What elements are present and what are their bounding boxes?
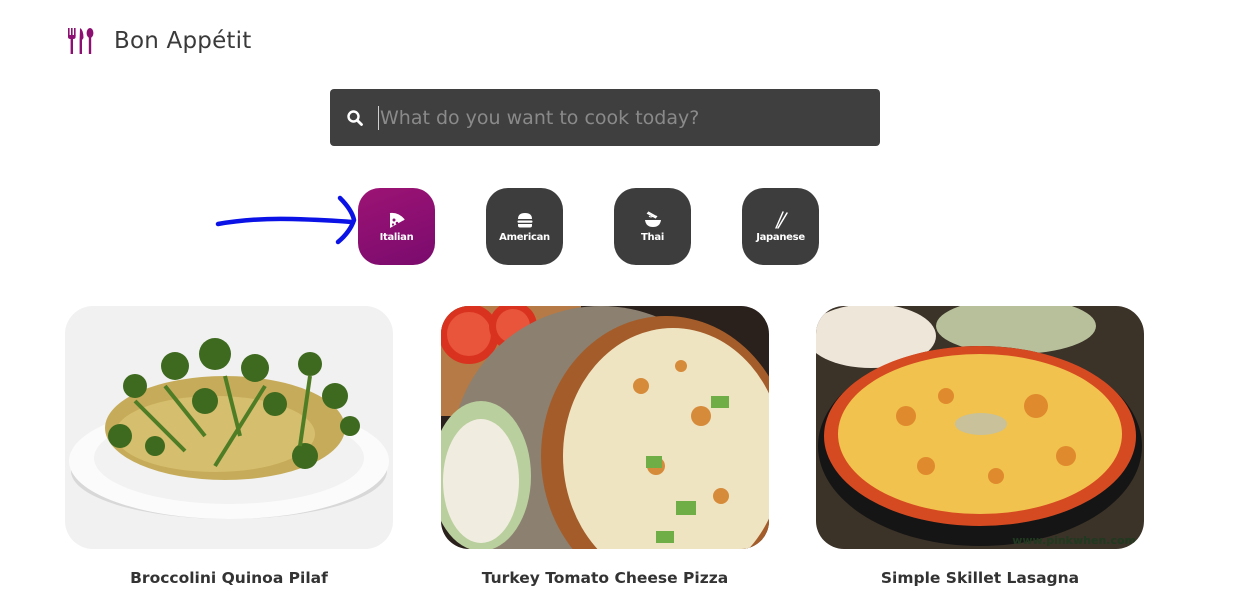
brand-logo[interactable]: Bon Appétit <box>66 26 251 56</box>
turkey-tomato-cheese-pizza-photo[interactable] <box>441 306 769 549</box>
annotation-arrow <box>215 195 357 245</box>
app-title: Bon Appétit <box>114 28 252 54</box>
skillet-lasagna-photo[interactable]: www.pinkwhen.com <box>816 306 1144 549</box>
recipe-title[interactable]: Broccolini Quinoa Pilaf <box>65 569 393 587</box>
recipe-card[interactable]: www.pinkwhen.com Simple Skillet Lasagna <box>816 306 1144 587</box>
page: Bon Appétit Italian American <box>0 0 1239 616</box>
recipe-card[interactable]: Broccolini Quinoa Pilaf <box>65 306 393 587</box>
photo-watermark: www.pinkwhen.com <box>1012 534 1136 547</box>
category-label: American <box>499 232 550 243</box>
noodle-bowl-icon <box>644 211 661 227</box>
category-american[interactable]: American <box>486 188 563 265</box>
chopsticks-icon <box>774 211 788 229</box>
search-input[interactable] <box>380 89 880 146</box>
burger-icon <box>517 213 532 228</box>
category-label: Italian <box>379 232 414 243</box>
text-cursor <box>378 105 379 130</box>
search-bar[interactable] <box>330 89 880 146</box>
recipe-card[interactable]: Turkey Tomato Cheese Pizza <box>441 306 769 587</box>
category-thai[interactable]: Thai <box>614 188 691 265</box>
broccolini-quinoa-pilaf-photo[interactable] <box>65 306 393 549</box>
category-label: Japanese <box>756 232 805 243</box>
cutlery-icon <box>68 28 94 54</box>
search-icon <box>347 109 363 126</box>
recipe-title[interactable]: Simple Skillet Lasagna <box>816 569 1144 587</box>
category-japanese[interactable]: Japanese <box>742 188 819 265</box>
pizza-icon <box>389 212 405 228</box>
category-italian[interactable]: Italian <box>358 188 435 265</box>
category-label: Thai <box>641 232 664 243</box>
recipe-title[interactable]: Turkey Tomato Cheese Pizza <box>441 569 769 587</box>
